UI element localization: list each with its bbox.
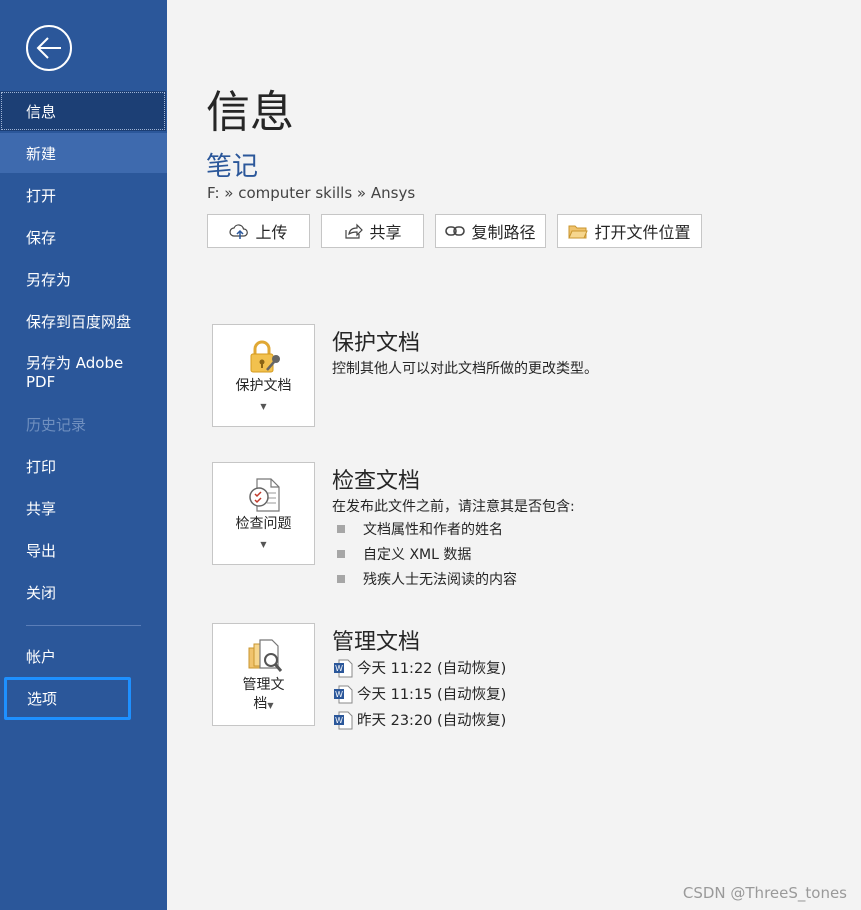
- open-file-location-button[interactable]: 打开文件位置: [557, 214, 702, 248]
- nav-label: 另存为: [26, 270, 72, 289]
- nav-label: 保存到百度网盘: [26, 312, 132, 331]
- svg-text:W: W: [335, 690, 343, 699]
- nav-label: 打印: [26, 457, 57, 476]
- inspect-bullet-text: 自定义 XML 数据: [363, 547, 472, 563]
- protect-document-title: 保护文档: [332, 331, 421, 356]
- manage-document-tile[interactable]: 管理文 档▼: [212, 623, 315, 726]
- nav-save[interactable]: 保存: [0, 217, 167, 257]
- nav-options[interactable]: 选项: [4, 677, 131, 720]
- chevron-down-icon: ▼: [267, 701, 274, 710]
- nav-label: 帐户: [26, 647, 57, 666]
- arrow-left-icon: [36, 37, 61, 59]
- nav-label: 导出: [26, 541, 57, 560]
- word-document-icon: W: [334, 711, 353, 729]
- check-issues-tile-text: 检查问题: [235, 516, 292, 532]
- backstage-sidebar: 信息 新建 打开 保存 另存为 保存到百度网盘 另存为 Adobe PDF 历史…: [0, 0, 167, 910]
- upload-button[interactable]: 上传: [207, 214, 310, 248]
- version-label: 今天 11:15 (自动恢复): [357, 687, 507, 703]
- folder-icon: [568, 225, 589, 239]
- nav-new[interactable]: 新建: [0, 133, 167, 173]
- inspect-bullet: 残疾人士无法阅读的内容: [337, 569, 517, 589]
- protect-tile-text: 保护文档: [235, 378, 292, 394]
- nav-save-as-pdf[interactable]: 另存为 Adobe PDF: [0, 351, 167, 397]
- open-file-location-label: 打开文件位置: [594, 223, 691, 242]
- version-item[interactable]: W 今天 11:15 (自动恢复): [333, 683, 506, 704]
- nav-label: 新建: [26, 144, 57, 163]
- protect-document-tile-label: 保护文档 ▼: [213, 377, 314, 416]
- nav-label: 共享: [26, 499, 57, 518]
- share-icon: [345, 223, 364, 239]
- share-button[interactable]: 共享: [321, 214, 424, 248]
- nav-info[interactable]: 信息: [0, 91, 166, 131]
- page-title: 信息: [206, 87, 294, 138]
- copy-path-label: 复制路径: [471, 223, 536, 242]
- nav-save-to-baidu[interactable]: 保存到百度网盘: [0, 301, 167, 341]
- manage-document-title: 管理文档: [332, 630, 421, 655]
- svg-text:W: W: [335, 664, 343, 673]
- link-icon: [445, 226, 466, 236]
- word-document-icon: W: [334, 685, 353, 703]
- nav-share[interactable]: 共享: [0, 488, 167, 528]
- version-item[interactable]: W 今天 11:22 (自动恢复): [333, 657, 506, 678]
- lock-key-icon: [250, 340, 280, 373]
- inspect-document-icon: [249, 478, 280, 512]
- manage-tile-text-2: 档: [253, 696, 268, 712]
- word-document-icon: W: [334, 659, 353, 677]
- watermark: CSDN @ThreeS_tones: [682, 884, 847, 902]
- nav-label: 信息: [26, 102, 57, 121]
- bullet-square-icon: [337, 575, 345, 583]
- manage-document-icon: [248, 639, 283, 672]
- nav-label: 打开: [26, 186, 57, 205]
- nav-print[interactable]: 打印: [0, 446, 167, 486]
- back-button[interactable]: [26, 25, 72, 71]
- protect-document-desc: 控制其他人可以对此文档所做的更改类型。: [332, 361, 598, 377]
- copy-path-button[interactable]: 复制路径: [435, 214, 546, 248]
- chevron-down-icon: ▼: [260, 402, 267, 411]
- inspect-bullet-text: 残疾人士无法阅读的内容: [363, 572, 517, 588]
- nav-label: 另存为 Adobe PDF: [26, 354, 124, 391]
- nav-divider: [26, 625, 141, 626]
- svg-text:W: W: [335, 716, 343, 725]
- upload-label: 上传: [255, 223, 288, 242]
- nav-label: 保存: [26, 228, 57, 247]
- nav-label: 历史记录: [26, 415, 87, 434]
- inspect-bullet: 自定义 XML 数据: [337, 544, 471, 564]
- file-path-breadcrumb: F: » computer skills » Ansys: [207, 184, 416, 202]
- nav-save-as[interactable]: 另存为: [0, 259, 167, 299]
- check-issues-tile-label: 检查问题 ▼: [213, 515, 314, 554]
- inspect-bullet-text: 文档属性和作者的姓名: [363, 522, 503, 538]
- nav-label: 关闭: [26, 583, 57, 602]
- inspect-document-title: 检查文档: [332, 469, 421, 494]
- inspect-bullet: 文档属性和作者的姓名: [337, 519, 503, 539]
- bullet-square-icon: [337, 525, 345, 533]
- chevron-down-icon: ▼: [260, 540, 267, 549]
- nav-close[interactable]: 关闭: [0, 572, 167, 612]
- check-issues-tile[interactable]: 检查问题 ▼: [212, 462, 315, 565]
- manage-tile-text-1: 管理文: [242, 677, 285, 693]
- version-item[interactable]: W 昨天 23:20 (自动恢复): [333, 709, 506, 730]
- nav-account[interactable]: 帐户: [0, 636, 167, 676]
- document-name: 笔记: [206, 152, 259, 182]
- nav-label: 选项: [27, 690, 58, 708]
- share-label: 共享: [369, 223, 402, 242]
- nav-history: 历史记录: [0, 404, 167, 444]
- version-label: 今天 11:22 (自动恢复): [357, 661, 507, 677]
- inspect-document-desc: 在发布此文件之前，请注意其是否包含:: [332, 499, 575, 515]
- version-label: 昨天 23:20 (自动恢复): [357, 713, 507, 729]
- protect-document-tile[interactable]: 保护文档 ▼: [212, 324, 315, 427]
- nav-export[interactable]: 导出: [0, 530, 167, 570]
- cloud-upload-icon: [229, 224, 249, 239]
- nav-open[interactable]: 打开: [0, 175, 167, 215]
- manage-document-tile-label: 管理文 档▼: [213, 676, 314, 715]
- bullet-square-icon: [337, 550, 345, 558]
